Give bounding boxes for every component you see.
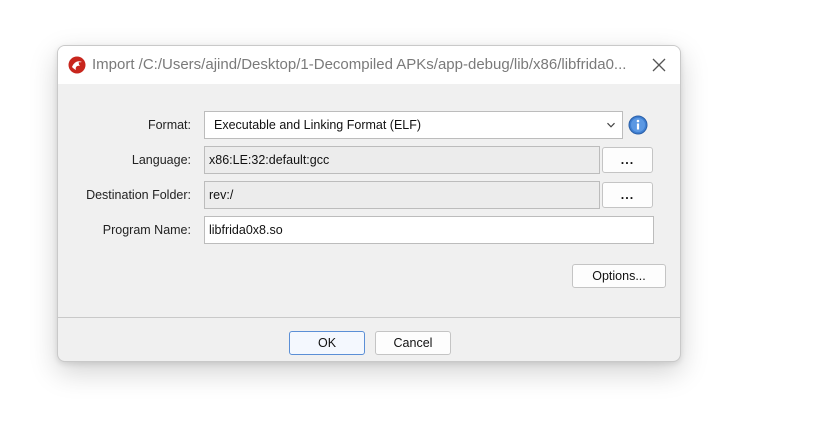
- ghidra-dragon-icon: [68, 56, 86, 74]
- program-name-value: libfrida0x8.so: [209, 223, 283, 237]
- options-button[interactable]: Options...: [572, 264, 666, 288]
- language-value: x86:LE:32:default:gcc: [209, 153, 330, 167]
- program-name-input[interactable]: libfrida0x8.so: [204, 216, 654, 244]
- format-value: Executable and Linking Format (ELF): [214, 118, 422, 132]
- ok-button[interactable]: OK: [289, 331, 365, 355]
- program-name-label: Program Name:: [102, 223, 191, 237]
- title-bar[interactable]: Import /C:/Users/ajind/Desktop/1-Decompi…: [58, 46, 680, 85]
- import-dialog: Import /C:/Users/ajind/Desktop/1-Decompi…: [57, 45, 681, 362]
- import-options-panel: Format: Executable and Linking Format (E…: [58, 84, 680, 318]
- close-icon: [652, 58, 666, 72]
- language-label: Language:: [131, 153, 191, 167]
- format-label: Format:: [147, 118, 191, 132]
- destination-folder-field[interactable]: rev:/: [204, 181, 600, 209]
- close-button[interactable]: [646, 52, 672, 78]
- destination-folder-value: rev:/: [209, 188, 234, 202]
- chevron-down-icon: [607, 122, 615, 128]
- language-field[interactable]: x86:LE:32:default:gcc: [204, 146, 600, 174]
- format-select[interactable]: Executable and Linking Format (ELF): [204, 111, 623, 139]
- destination-browse-button[interactable]: ...: [602, 182, 653, 208]
- language-browse-button[interactable]: ...: [602, 147, 653, 173]
- dialog-title: Import /C:/Users/ajind/Desktop/1-Decompi…: [92, 56, 627, 73]
- destination-folder-label: Destination Folder:: [86, 188, 191, 202]
- info-icon[interactable]: [628, 115, 648, 135]
- cancel-button[interactable]: Cancel: [375, 331, 451, 355]
